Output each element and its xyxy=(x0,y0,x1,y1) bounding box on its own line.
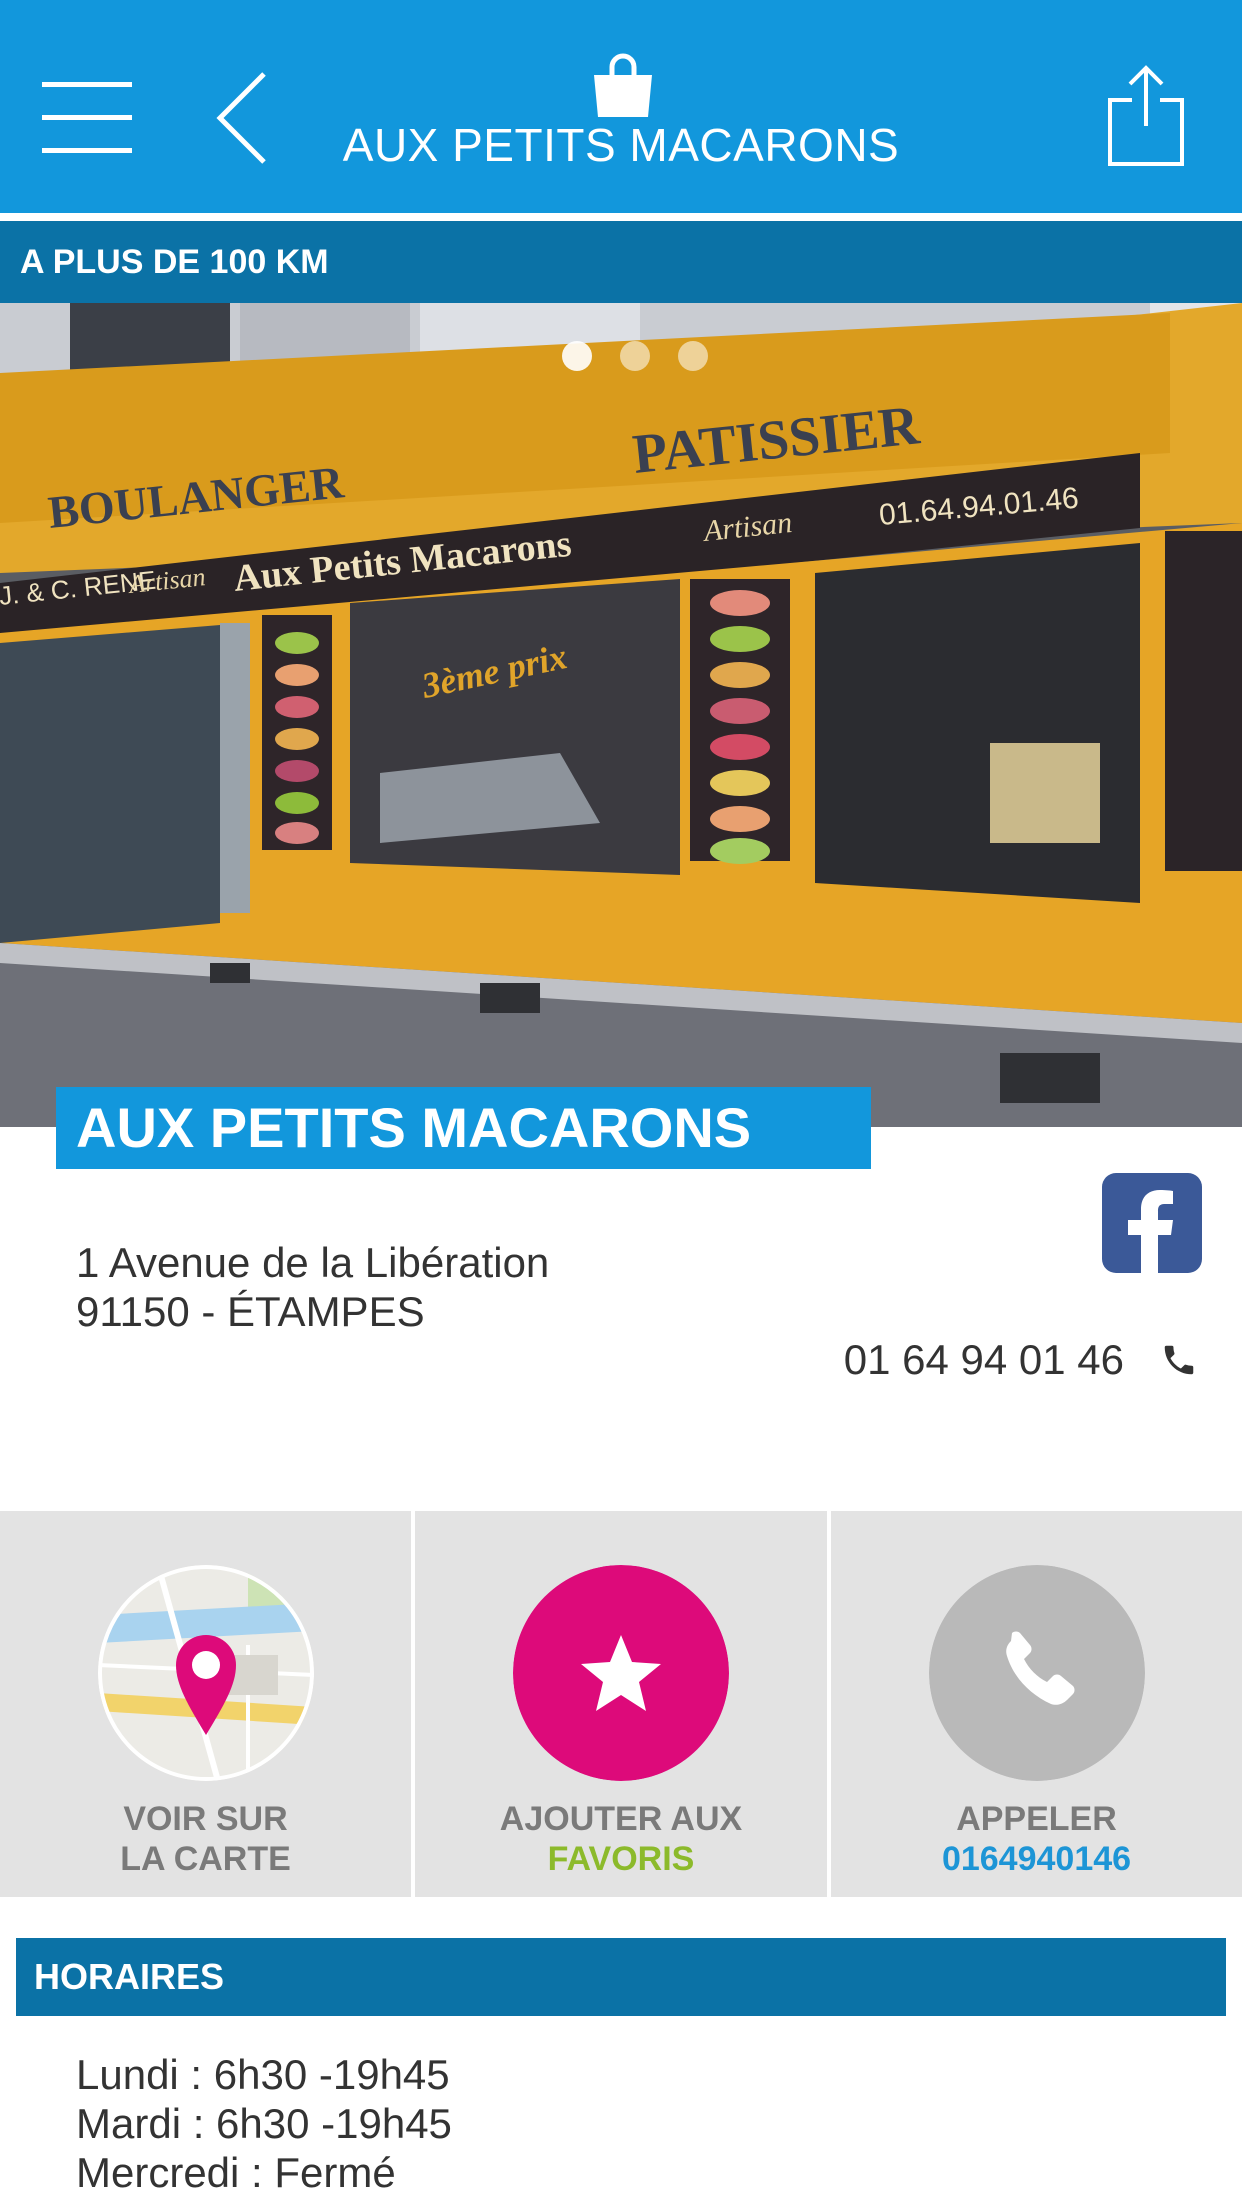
hours-item: Mercredi : Fermé xyxy=(76,2149,396,2196)
view-map-label: VOIR SUR LA CARTE xyxy=(120,1800,291,1878)
carousel-dot-1[interactable] xyxy=(562,341,592,371)
carousel-dot-3[interactable] xyxy=(678,341,708,371)
hours-item: Lundi : 6h30 -19h45 xyxy=(76,2051,450,2098)
shop-name-banner: AUX PETITS MACARONS xyxy=(56,1087,871,1169)
view-map-button[interactable]: VOIR SUR LA CARTE xyxy=(0,1511,411,1897)
add-favorites-button[interactable]: AJOUTER AUX FAVORIS xyxy=(415,1511,827,1897)
header-divider xyxy=(0,213,1242,221)
address-street: 1 Avenue de la Libération xyxy=(76,1239,550,1286)
hours-header: HORAIRES xyxy=(16,1938,1226,2016)
storefront-illustration: BOULANGER PATISSIER J. & C. RENE Artisan… xyxy=(0,303,1242,1127)
phone-row[interactable]: 01 64 94 01 46 xyxy=(844,1336,1198,1384)
storefront-photo[interactable]: BOULANGER PATISSIER J. & C. RENE Artisan… xyxy=(0,303,1242,1127)
call-button[interactable]: APPELER 0164940146 xyxy=(831,1511,1242,1897)
address-city: 91150 - ÉTAMPES xyxy=(76,1288,425,1335)
carousel-indicator xyxy=(562,341,708,371)
distance-banner: A PLUS DE 100 KM xyxy=(0,221,1242,303)
star-icon xyxy=(513,1565,729,1781)
share-icon[interactable] xyxy=(1106,64,1186,168)
hours-item: Mardi : 6h30 -19h45 xyxy=(76,2100,452,2147)
app-header: AUX PETITS MACARONS xyxy=(0,0,1242,213)
carousel-dot-2[interactable] xyxy=(620,341,650,371)
call-label: APPELER 0164940146 xyxy=(941,1800,1132,1878)
shop-address: 1 Avenue de la Libération 91150 - ÉTAMPE… xyxy=(76,1238,549,1336)
map-icon xyxy=(97,1565,314,1781)
shopping-bag-icon xyxy=(594,53,652,117)
action-tiles: VOIR SUR LA CARTE AJOUTER AUX FAVORIS AP… xyxy=(0,1511,1242,1897)
phone-call-icon xyxy=(928,1565,1145,1781)
page-title: AUX PETITS MACARONS xyxy=(342,119,900,171)
phone-number[interactable]: 01 64 94 01 46 xyxy=(844,1336,1124,1384)
add-favorites-label: AJOUTER AUX FAVORIS xyxy=(499,1800,743,1878)
hours-list: Lundi : 6h30 -19h45 Mardi : 6h30 -19h45 … xyxy=(76,2050,452,2197)
facebook-icon[interactable] xyxy=(1102,1173,1202,1273)
phone-icon[interactable] xyxy=(1160,1341,1198,1379)
